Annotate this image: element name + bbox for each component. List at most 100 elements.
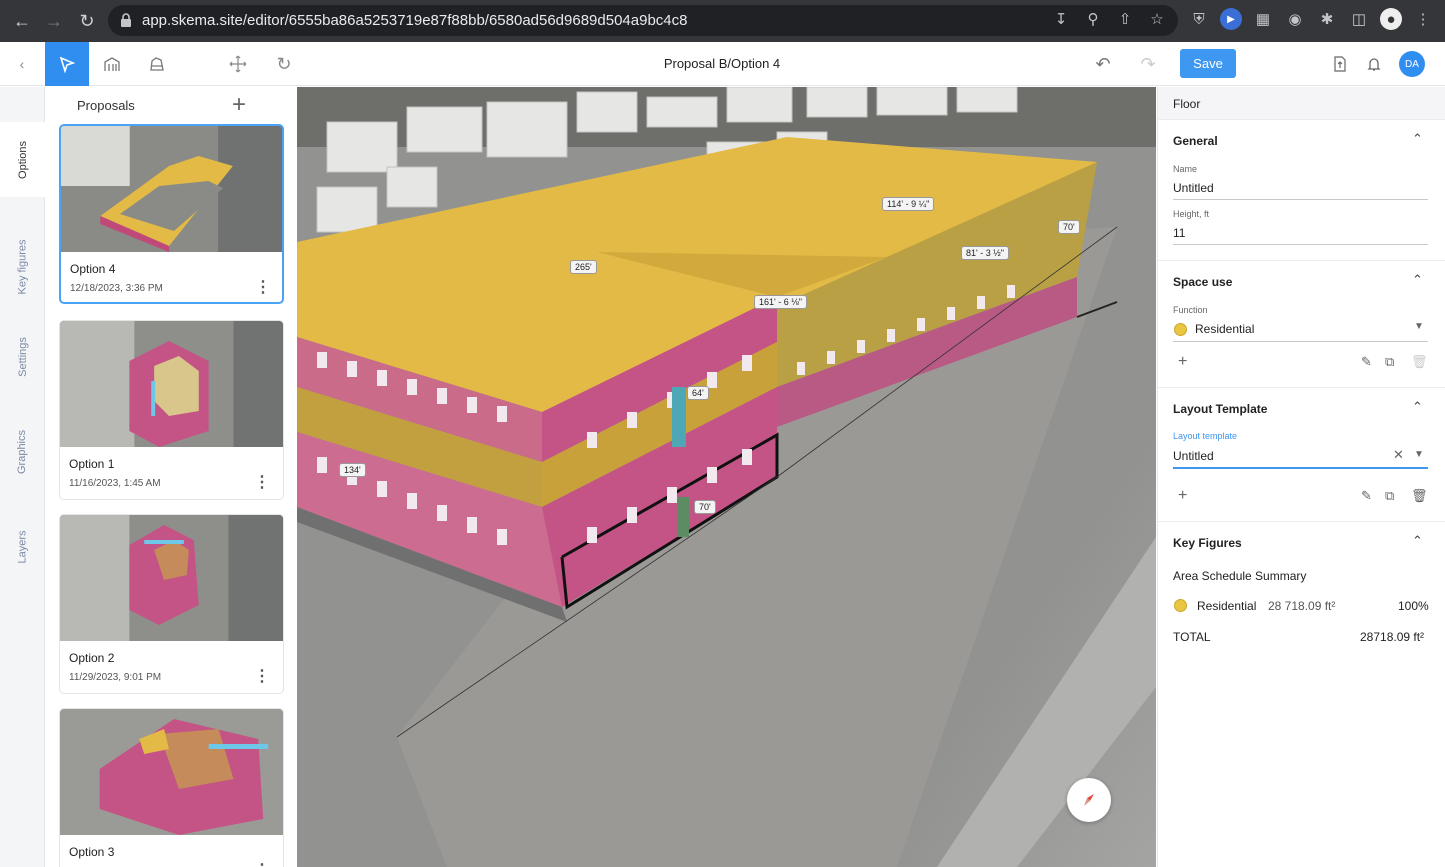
file-upload-icon [1334,56,1346,72]
general-section: General ⌃ Name Untitled Height, ft 11 [1158,119,1445,260]
save-button[interactable]: Save [1180,49,1236,78]
more-vert-icon[interactable]: ⋮ [254,666,270,686]
section-heading[interactable]: Key Figures [1173,536,1242,550]
circle-extension-icon[interactable]: ◉ [1284,8,1306,30]
puzzle-extensions-icon[interactable]: ✱ [1316,8,1338,30]
tab-key-figures[interactable]: Key figures [0,222,45,312]
panel-title: Floor [1158,87,1445,119]
area-row-percent: 100% [1398,599,1429,613]
user-avatar[interactable]: DA [1399,51,1425,77]
edit-pencil-icon[interactable]: ✎ [1361,354,1372,370]
key-figures-subheading: Area Schedule Summary [1173,569,1307,583]
layout-template-input[interactable]: Untitled [1173,449,1214,463]
section-heading[interactable]: Layout Template [1173,402,1267,416]
forward-arrow-icon[interactable]: → [39,6,69,36]
zoom-icon[interactable]: ⚲ [1082,8,1104,30]
lock-icon [121,13,131,27]
properties-panel: Floor General ⌃ Name Untitled Height, ft… [1157,87,1445,867]
dropdown-arrow-icon[interactable]: ▼ [1414,449,1424,460]
page-title: Proposal B/Option 4 [663,56,781,71]
edit-pencil-icon[interactable]: ✎ [1361,488,1372,504]
name-field[interactable]: Untitled [1173,181,1214,195]
move-arrows-icon [229,55,247,73]
rotate-icon: ↻ [276,53,292,74]
compass-button[interactable] [1067,778,1111,822]
copy-icon[interactable]: ⧉ [1385,354,1394,370]
dimension-label: 161' - 6 ⅛" [754,295,807,309]
add-icon[interactable]: + [1178,487,1187,505]
more-vert-icon[interactable]: ⋮ [1412,8,1434,30]
option-name: Option 4 [70,262,116,276]
redo-button[interactable]: ↷ [1126,42,1170,86]
rotate-tool-button[interactable]: ↻ [262,42,306,86]
play-extension-icon[interactable]: ▶ [1220,8,1242,30]
notifications-button[interactable] [1352,42,1396,86]
select-tool-button[interactable] [45,42,89,86]
dropdown-arrow-icon[interactable]: ▼ [1414,321,1424,332]
residential-color-swatch [1174,323,1187,336]
delete-icon[interactable]: 🗑 [1411,488,1428,504]
more-vert-icon[interactable]: ⋮ [255,277,271,297]
bookmark-star-icon[interactable]: ☆ [1146,8,1168,30]
draw-tool-button[interactable] [135,42,179,86]
building-tool-button[interactable] [90,42,134,86]
chevron-up-icon[interactable]: ⌃ [1412,399,1423,415]
option-card[interactable]: Option 4 12/18/2023, 3:36 PM ⋮ [59,124,284,304]
3d-viewport[interactable]: 265' 114' - 9 ¼" 70' 81' - 3 ½" 161' - 6… [297,87,1156,867]
option-date: 12/18/2023, 3:36 PM [70,283,163,294]
more-vert-icon[interactable]: ⋮ [254,472,270,492]
field-underline [1173,341,1428,342]
cursor-arrow-icon [59,56,76,73]
compass-needle-icon [1084,794,1094,806]
move-tool-button[interactable] [216,42,260,86]
option-card[interactable]: Option 3 ⋮ [59,708,284,867]
function-select[interactable]: Residential [1195,322,1254,336]
chevron-up-icon[interactable]: ⌃ [1412,533,1423,549]
tab-label: Options [16,140,29,179]
undo-button[interactable]: ↶ [1081,42,1125,86]
address-bar[interactable]: app.skema.site/editor/6555ba86a5253719e8… [108,5,1178,36]
tab-settings[interactable]: Settings [0,322,45,392]
shield-extension-icon[interactable]: ⛨ [1188,8,1210,30]
more-vert-icon[interactable]: ⋮ [254,860,270,867]
option-name: Option 1 [69,457,115,471]
section-heading[interactable]: Space use [1173,275,1232,289]
add-icon[interactable]: + [1178,353,1187,371]
browser-extensions: ↧ ⚲ ⇧ ☆ [1050,8,1168,30]
tab-graphics[interactable]: Graphics [0,417,45,487]
copy-icon[interactable]: ⧉ [1385,488,1394,504]
browser-toolbar: ← → ↻ app.skema.site/editor/6555ba86a525… [0,0,1445,42]
tab-label: Layers [16,530,29,564]
satellite-scene [297,87,1156,867]
add-proposal-icon[interactable]: + [232,91,246,119]
option-thumbnail [60,515,283,641]
profile-avatar-icon[interactable]: ● [1380,8,1402,30]
dimension-label: 70' [1058,220,1080,234]
key-figures-section: Key Figures ⌃ Area Schedule Summary Resi… [1158,521,1445,661]
section-heading[interactable]: General [1173,134,1218,148]
tab-options[interactable]: Options [0,122,45,197]
sidebar-toggle-icon[interactable]: ◫ [1348,8,1370,30]
field-underline [1173,244,1428,245]
chevron-up-icon[interactable]: ⌃ [1412,272,1423,288]
proposals-heading: Proposals [77,98,135,113]
share-icon[interactable]: ⇧ [1114,8,1136,30]
clear-x-icon[interactable]: ✕ [1393,447,1404,463]
field-underline [1173,199,1428,200]
field-underline-active [1173,467,1428,469]
reload-icon[interactable]: ↻ [72,6,102,36]
space-use-section: Space use ⌃ Function Residential ▼ + ✎ ⧉… [1158,260,1445,387]
option-card[interactable]: Option 1 11/16/2023, 1:45 AM ⋮ [59,320,284,500]
download-icon[interactable]: ↧ [1050,8,1072,30]
option-date: 11/16/2023, 1:45 AM [69,478,161,489]
back-arrow-icon[interactable]: ← [7,6,37,36]
tab-label: Key figures [16,239,29,295]
tab-layers[interactable]: Layers [0,512,45,582]
chevron-up-icon[interactable]: ⌃ [1412,131,1423,147]
extension-icons: ⛨ ▶ ▦ ◉ ✱ ◫ ● ⋮ [1188,8,1434,30]
height-field[interactable]: 11 [1173,226,1185,240]
delete-icon[interactable]: 🗑 [1411,354,1428,370]
grid-extension-icon[interactable]: ▦ [1252,8,1274,30]
collapse-chevron-icon[interactable]: ‹ [0,42,44,86]
option-card[interactable]: Option 2 11/29/2023, 9:01 PM ⋮ [59,514,284,694]
